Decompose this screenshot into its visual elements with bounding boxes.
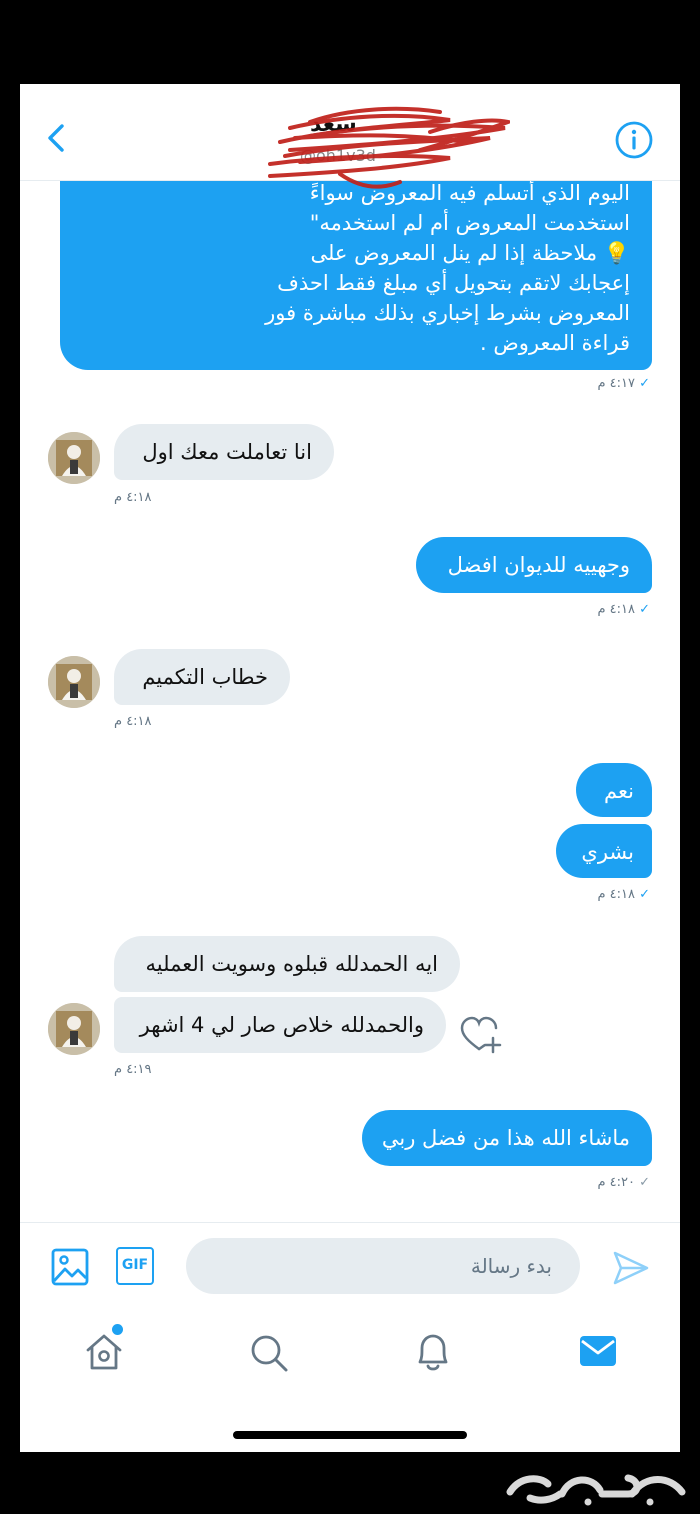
message-composer: GIF بدء رسالة <box>20 1222 680 1313</box>
message-line: استخدمت المعروض أم لم استخدمه" <box>309 211 630 235</box>
message-bubble-outgoing[interactable]: نعم <box>576 763 652 817</box>
avatar-image <box>48 432 100 484</box>
heart-plus-icon[interactable] <box>460 1016 502 1054</box>
message-line: إعجابك لاتقم بتحويل أي مبلغ فقط احذف <box>277 271 630 295</box>
message-bubble-outgoing[interactable]: وجهييه للديوان افضل <box>416 537 652 593</box>
message-timestamp: ٤:١٨ م <box>114 714 152 729</box>
gif-label: GIF <box>121 1257 149 1273</box>
message-bubble-incoming[interactable]: ايه الحمدلله قبلوه وسويت العمليه <box>114 936 460 992</box>
avatar[interactable] <box>48 432 100 484</box>
gif-button[interactable]: GIF <box>116 1247 154 1285</box>
conversation-header: سعد @oh1v3d <box>20 84 680 189</box>
message-bubble-incoming[interactable]: خطاب التكميم <box>114 649 290 705</box>
message-timestamp: ✓ ٤:١٨ م <box>597 887 650 902</box>
home-indicator[interactable] <box>233 1431 467 1439</box>
message-timestamp: ✓ ٤:٢٠ م <box>597 1175 650 1190</box>
avatar[interactable] <box>48 1003 100 1055</box>
timestamp-text: ٤:١٧ م <box>597 376 635 391</box>
avatar[interactable] <box>48 656 100 708</box>
message-timestamp: ✓ ٤:١٨ م <box>597 602 650 617</box>
sent-check-icon: ✓ <box>639 1175 650 1190</box>
message-timestamp: ✓ ٤:١٧ م <box>597 376 650 391</box>
message-timestamp: ٤:١٩ م <box>114 1062 152 1077</box>
sent-check-icon: ✓ <box>639 887 650 902</box>
timestamp-text: ٤:١٨ م <box>597 602 635 617</box>
message-line: 💡 ملاحظة إذا لم ينل المعروض على <box>310 241 630 265</box>
chevron-left-icon[interactable] <box>38 120 74 156</box>
bell-icon[interactable] <box>412 1330 454 1374</box>
haraj-watermark-logo <box>506 1474 686 1506</box>
timestamp-text: ٤:٢٠ م <box>597 1175 635 1190</box>
message-input[interactable]: بدء رسالة <box>186 1238 580 1294</box>
message-line: قراءة المعروض . <box>480 331 630 355</box>
message-bubble-outgoing[interactable]: ماشاء الله هذا من فضل ربي <box>362 1110 652 1166</box>
message-bubble-incoming[interactable]: انا تعاملت معك اول <box>114 424 334 480</box>
home-icon <box>86 1334 122 1370</box>
avatar-image <box>48 656 100 708</box>
tab-home[interactable] <box>82 1324 126 1374</box>
sent-check-icon: ✓ <box>639 376 650 391</box>
send-icon[interactable] <box>612 1249 650 1287</box>
message-bubble-outgoing[interactable]: بشري <box>556 824 652 878</box>
sent-check-icon: ✓ <box>639 602 650 617</box>
search-icon[interactable] <box>248 1332 290 1374</box>
message-bubble-incoming[interactable]: والحمدلله خلاص صار لي 4 اشهر <box>114 997 446 1053</box>
timestamp-text: ٤:١٨ م <box>597 887 635 902</box>
message-line: المعروض بشرط إخباري بذلك مباشرة فور <box>265 301 630 325</box>
image-icon[interactable] <box>50 1247 90 1287</box>
redaction-scribble <box>268 106 510 189</box>
mail-icon[interactable] <box>578 1334 618 1368</box>
avatar-image <box>48 1003 100 1055</box>
info-icon[interactable] <box>614 120 654 160</box>
message-timestamp: ٤:١٨ م <box>114 490 152 505</box>
phone-screen: اليوم الذي أتسلم فيه المعروض سواءً استخد… <box>20 84 680 1452</box>
notification-dot <box>112 1324 123 1335</box>
